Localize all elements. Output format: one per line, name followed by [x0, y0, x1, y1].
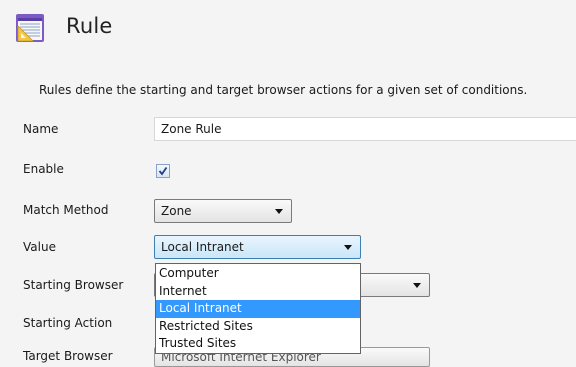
match-method-select[interactable]: Zone — [154, 199, 292, 223]
option-trusted-sites[interactable]: Trusted Sites — [156, 335, 360, 353]
description-text: Rules define the starting and target bro… — [39, 83, 528, 97]
name-label: Name — [23, 122, 59, 136]
rule-document-icon — [14, 12, 46, 44]
option-internet[interactable]: Internet — [156, 283, 360, 301]
page-title: Rule — [66, 14, 113, 38]
value-label: Value — [23, 240, 56, 254]
checkmark-icon — [158, 166, 168, 176]
target-browser-label: Target Browser — [23, 349, 113, 363]
option-restricted-sites[interactable]: Restricted Sites — [156, 318, 360, 336]
enable-checkbox[interactable] — [156, 164, 170, 178]
chevron-down-icon — [344, 245, 352, 250]
chevron-down-icon — [413, 283, 421, 288]
enable-label: Enable — [23, 162, 64, 176]
option-computer[interactable]: Computer — [156, 265, 360, 283]
match-method-label: Match Method — [23, 203, 109, 217]
name-field[interactable] — [154, 117, 576, 141]
value-dropdown-list: Computer Internet Local Intranet Restric… — [155, 263, 361, 354]
starting-action-label: Starting Action — [23, 316, 113, 330]
match-method-value: Zone — [161, 204, 192, 218]
chevron-down-icon — [275, 209, 283, 214]
starting-browser-label: Starting Browser — [23, 278, 124, 292]
option-local-intranet[interactable]: Local Intranet — [156, 300, 360, 318]
value-select-value: Local Intranet — [161, 240, 244, 254]
value-select[interactable]: Local Intranet — [154, 235, 361, 259]
